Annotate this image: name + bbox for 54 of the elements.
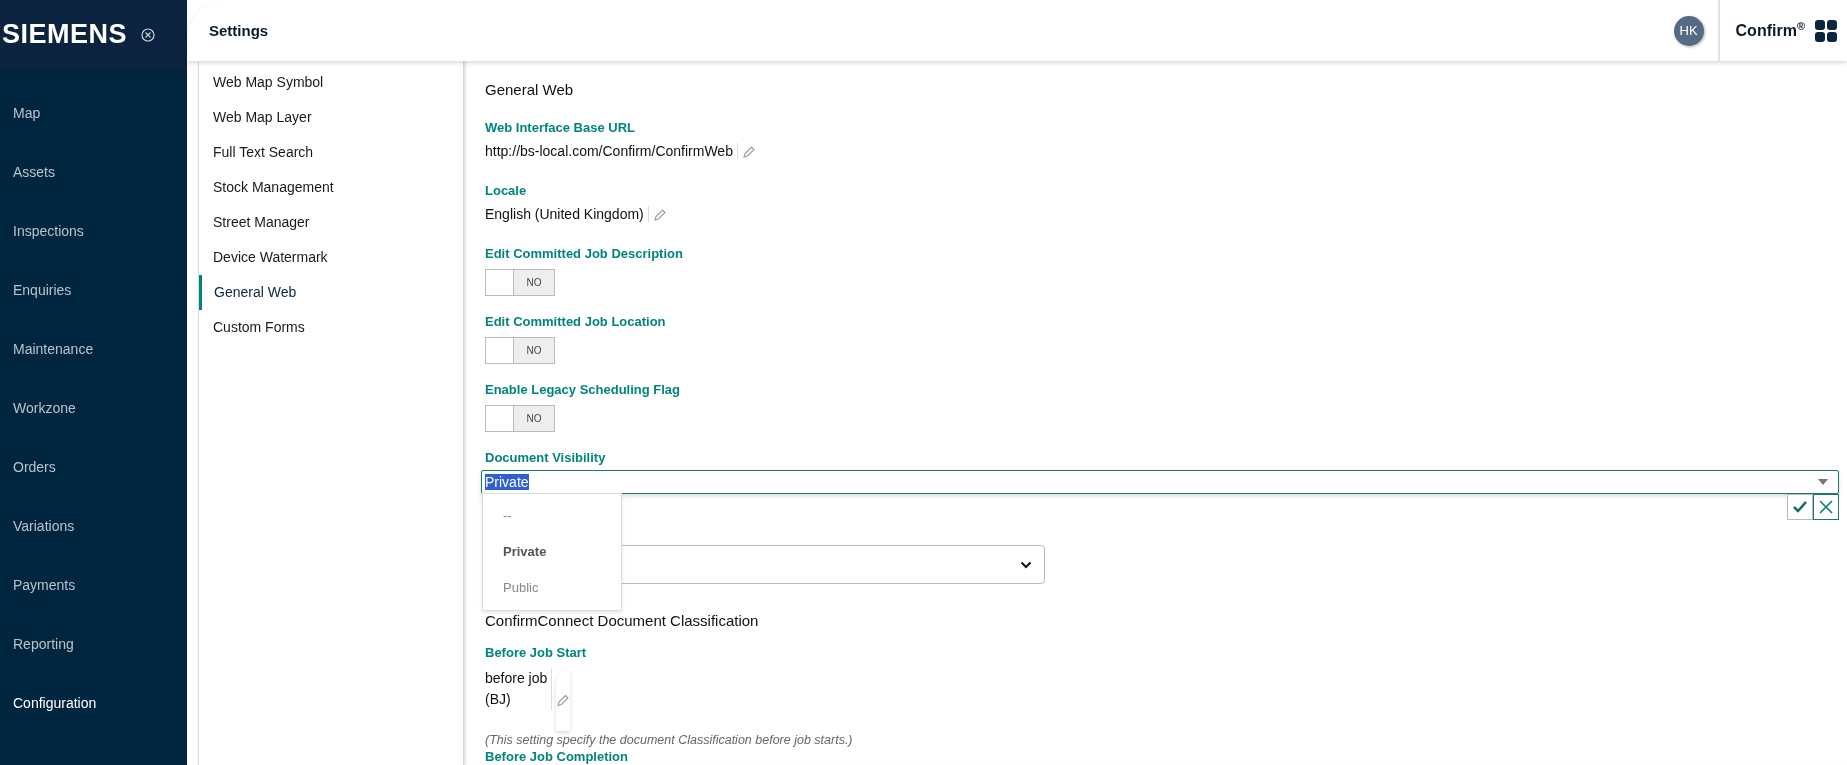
field-label: Edit Committed Job Description bbox=[485, 246, 684, 261]
field-label: Enable Legacy Scheduling Flag bbox=[485, 382, 682, 397]
settings-menu-item[interactable]: Full Text Search bbox=[199, 135, 463, 170]
nav-item[interactable]: Enquiries bbox=[0, 261, 187, 320]
edit-icon[interactable] bbox=[652, 208, 667, 222]
field-value: before job (BJ) bbox=[485, 668, 553, 710]
help-text: (This setting specify the document Classification before job starts.) bbox=[485, 733, 854, 747]
section-heading: ConfirmConnect Document Classification bbox=[485, 612, 760, 629]
app-name: Confirm$^{®}$ bbox=[1735, 20, 1805, 41]
settings-menu-item[interactable]: Custom Forms bbox=[199, 310, 463, 345]
confirm-button[interactable] bbox=[1787, 494, 1813, 520]
settings-menu-item[interactable]: Web Map Symbol bbox=[199, 65, 463, 100]
toggle-switch[interactable]: NO bbox=[485, 337, 555, 364]
field-label: Before Job Start bbox=[485, 645, 588, 660]
nav-item[interactable]: Payments bbox=[0, 556, 187, 615]
visibility-combobox[interactable]: Private bbox=[481, 470, 1839, 494]
field-value: http://bs-local.com/Confirm/ConfirmWeb bbox=[485, 143, 738, 159]
settings-menu-item[interactable]: Street Manager bbox=[199, 205, 463, 240]
settings-menu-item[interactable]: Stock Management bbox=[199, 170, 463, 205]
toggle-switch[interactable]: NO bbox=[485, 405, 555, 432]
cancel-button[interactable] bbox=[1813, 494, 1839, 520]
nav-item[interactable]: Orders bbox=[0, 438, 187, 497]
section-heading: General Web bbox=[485, 81, 575, 98]
dropdown-option[interactable]: Private bbox=[483, 534, 621, 570]
field-label: Edit Committed Job Location bbox=[485, 314, 667, 329]
page-title: Settings bbox=[209, 22, 270, 39]
nav-item[interactable]: Reporting bbox=[0, 615, 187, 674]
nav-item[interactable]: Assets bbox=[0, 143, 187, 202]
user-avatar[interactable]: HK bbox=[1673, 15, 1704, 46]
settings-menu-item[interactable]: Web Map Layer bbox=[199, 100, 463, 135]
settings-menu-item[interactable]: Device Watermark bbox=[199, 240, 463, 275]
field-value: English (United Kingdom) bbox=[485, 206, 649, 222]
check-icon bbox=[1793, 501, 1807, 513]
caret-icon bbox=[1818, 479, 1828, 485]
close-icon[interactable] bbox=[141, 27, 156, 42]
app-grid-icon[interactable] bbox=[1815, 19, 1837, 42]
nav-item[interactable]: Workzone bbox=[0, 379, 187, 438]
dropdown-option[interactable]: -- bbox=[483, 498, 621, 534]
nav-item[interactable]: Maintenance bbox=[0, 320, 187, 379]
field-label: Locale bbox=[485, 183, 528, 198]
nav-item[interactable]: Map bbox=[0, 84, 187, 143]
toggle-switch[interactable]: NO bbox=[485, 269, 555, 296]
field-label: Before Job Completion bbox=[485, 749, 629, 764]
field-label: Web Interface Base URL bbox=[485, 120, 637, 135]
nav-item[interactable]: Inspections bbox=[0, 202, 187, 261]
close-icon bbox=[1819, 500, 1833, 514]
settings-menu-item[interactable]: General Web bbox=[199, 275, 463, 310]
field-label: Document Visibility bbox=[485, 450, 607, 465]
chevron-icon bbox=[1020, 560, 1032, 569]
dropdown-option[interactable]: Public bbox=[483, 570, 621, 606]
nav-item[interactable]: Configuration bbox=[0, 674, 187, 733]
edit-icon[interactable] bbox=[741, 145, 756, 159]
logo: SIEMENS bbox=[2, 19, 128, 50]
nav-item[interactable]: Variations bbox=[0, 497, 187, 556]
